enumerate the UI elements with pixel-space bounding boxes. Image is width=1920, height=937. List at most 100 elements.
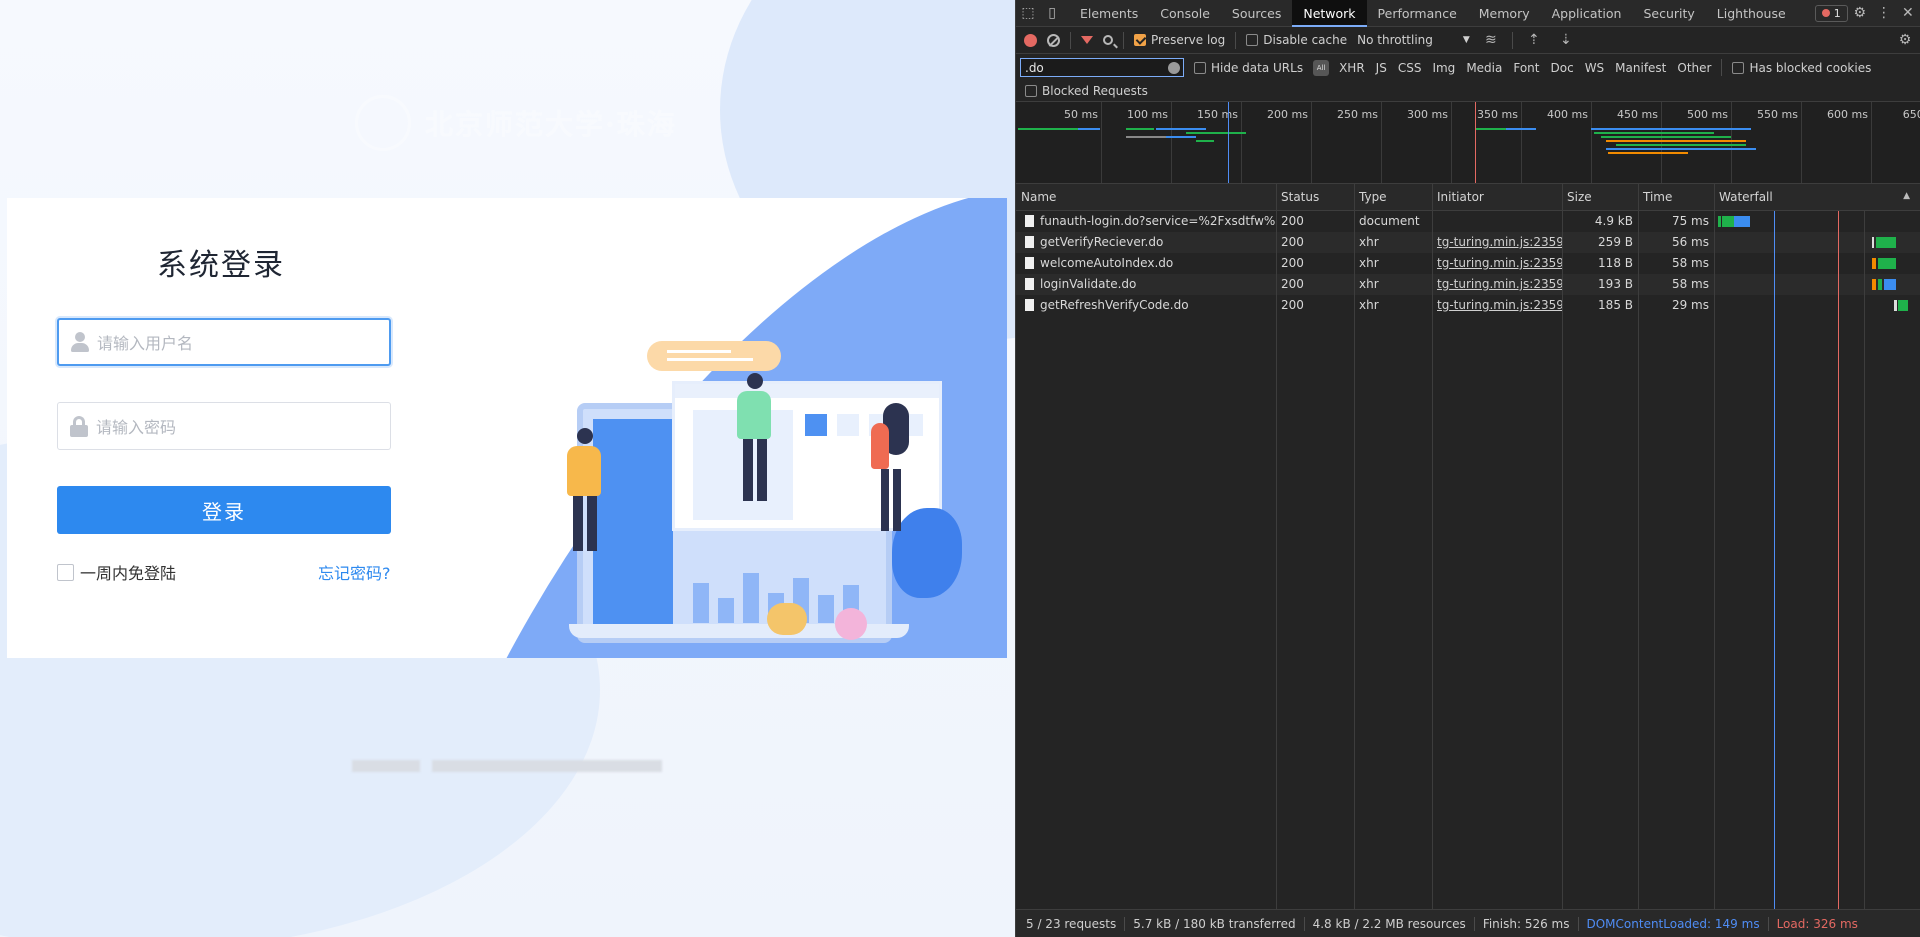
- request-row[interactable]: loginValidate.do 200 xhr tg-turing.min.js:2…: [1016, 274, 1920, 295]
- tab-memory[interactable]: Memory: [1468, 0, 1541, 27]
- file-icon: [1025, 278, 1034, 290]
- sort-ascending-icon[interactable]: ▲: [1903, 191, 1910, 201]
- type-filter-font[interactable]: Font: [1513, 61, 1539, 75]
- hide-data-urls-checkbox[interactable]: Hide data URLs: [1194, 61, 1303, 75]
- cell-initiator[interactable]: [1432, 211, 1562, 232]
- device-toolbar-icon[interactable]: ▯: [1040, 0, 1064, 27]
- blocked-requests-checkbox[interactable]: Blocked Requests: [1025, 84, 1148, 98]
- devtools-panel: ⬚ ▯ Elements Console Sources Network Perform…: [1015, 0, 1920, 937]
- password-field[interactable]: 请输入密码: [57, 402, 391, 450]
- checkbox-box[interactable]: [57, 563, 74, 581]
- network-settings-gear-icon[interactable]: ⚙: [1890, 27, 1920, 54]
- remember-me-checkbox[interactable]: 一周内免登陆: [57, 560, 176, 584]
- logo-text: 北京师范大学·珠海: [425, 108, 677, 141]
- checkbox-box[interactable]: [1732, 61, 1745, 74]
- timeline-request-bar: [1126, 136, 1166, 138]
- tab-security[interactable]: Security: [1632, 0, 1705, 27]
- login-card: 系统登录 请输入用户名 请输入密码 登录 一周内免登陆 忘记密码?: [7, 198, 1007, 658]
- username-field[interactable]: 请输入用户名: [57, 318, 391, 366]
- request-row[interactable]: getVerifyReciever.do 200 xhr tg-turing.min.…: [1016, 232, 1920, 253]
- type-filter-media[interactable]: Media: [1466, 61, 1502, 75]
- type-filter-img[interactable]: Img: [1432, 61, 1455, 75]
- request-row[interactable]: welcomeAutoIndex.do 200 xhr tg-turing.min.j…: [1016, 253, 1920, 274]
- waterfall-bar: [1878, 258, 1886, 269]
- checkbox-box[interactable]: [1246, 34, 1259, 46]
- tab-console[interactable]: Console: [1149, 0, 1221, 27]
- request-name: welcomeAutoIndex.do: [1040, 256, 1174, 270]
- cell-name: getRefreshVerifyCode.do: [1016, 295, 1276, 316]
- cell-time: 29 ms: [1671, 298, 1709, 312]
- type-filter-doc[interactable]: Doc: [1551, 61, 1574, 75]
- type-filter-css[interactable]: CSS: [1398, 61, 1422, 75]
- type-filter-other[interactable]: Other: [1677, 61, 1711, 75]
- filter-icon[interactable]: [1081, 36, 1093, 44]
- waterfall-marker: [1864, 211, 1865, 909]
- disable-cache-label: Disable cache: [1263, 33, 1348, 47]
- waterfall-bar: [1872, 237, 1874, 248]
- throttling-select[interactable]: No throttling ▼: [1357, 33, 1470, 47]
- briefcase-icon: [835, 608, 867, 640]
- column-header-initiator[interactable]: Initiator: [1432, 184, 1562, 211]
- timeline-marker: [1475, 102, 1476, 183]
- cell-initiator[interactable]: tg-turing.min.js:2359: [1432, 274, 1562, 295]
- column-header-time[interactable]: Time: [1638, 184, 1714, 211]
- checkbox-box[interactable]: [1194, 61, 1206, 74]
- has-blocked-cookies-label: Has blocked cookies: [1749, 60, 1872, 75]
- export-har-icon[interactable]: ⇣: [1555, 27, 1577, 54]
- error-count: 1: [1833, 6, 1841, 20]
- column-header-waterfall[interactable]: Waterfall: [1714, 184, 1920, 211]
- tab-network[interactable]: Network: [1292, 0, 1367, 27]
- settings-gear-icon[interactable]: ⚙: [1848, 0, 1872, 27]
- filter-value: .do: [1025, 60, 1044, 75]
- cell-status: 200: [1281, 256, 1304, 270]
- cell-initiator[interactable]: tg-turing.min.js:2359: [1432, 232, 1562, 253]
- type-filter-ws[interactable]: WS: [1585, 61, 1604, 75]
- error-count-badge[interactable]: 1: [1814, 4, 1848, 22]
- type-filter-xhr[interactable]: XHR: [1339, 61, 1365, 75]
- clear-filter-icon[interactable]: [1168, 61, 1180, 74]
- more-options-icon[interactable]: ⋮: [1872, 0, 1896, 27]
- import-har-icon[interactable]: ⇡: [1523, 27, 1545, 54]
- network-conditions-icon[interactable]: ≋: [1480, 27, 1502, 54]
- request-row[interactable]: funauth-login.do?service=%2Fxsdtfw%2Fs..…: [1016, 211, 1920, 232]
- disable-cache-checkbox[interactable]: Disable cache: [1246, 33, 1347, 47]
- tab-elements[interactable]: Elements: [1069, 0, 1149, 27]
- tab-lighthouse[interactable]: Lighthouse: [1706, 0, 1797, 27]
- search-icon[interactable]: [1103, 35, 1113, 45]
- checkbox-checked[interactable]: [1134, 34, 1146, 46]
- type-filter-js[interactable]: JS: [1376, 61, 1387, 75]
- tab-application[interactable]: Application: [1541, 0, 1633, 27]
- file-icon: [1025, 236, 1034, 248]
- column-header-name[interactable]: Name: [1016, 184, 1276, 211]
- filter-all-button[interactable]: All: [1313, 59, 1330, 76]
- timeline-tick-label: 100 ms: [1127, 108, 1168, 121]
- column-header-status[interactable]: Status: [1276, 184, 1354, 211]
- checkbox-box[interactable]: [1025, 85, 1037, 97]
- timeline-request-bar: [1166, 136, 1196, 138]
- username-placeholder: 请输入用户名: [97, 334, 194, 353]
- column-divider: [1562, 184, 1563, 909]
- record-icon[interactable]: [1024, 33, 1037, 47]
- login-button[interactable]: 登录: [57, 486, 391, 534]
- cell-status: 200: [1281, 214, 1304, 228]
- inspect-element-icon[interactable]: ⬚: [1016, 0, 1040, 27]
- forgot-password-link[interactable]: 忘记密码?: [318, 560, 391, 584]
- column-header-size[interactable]: Size: [1562, 184, 1638, 211]
- network-overview-timeline[interactable]: 50 ms 100 ms 150 ms 200 ms 250 ms 300 ms 350 m…: [1016, 102, 1920, 184]
- cell-initiator[interactable]: tg-turing.min.js:2359: [1432, 295, 1562, 316]
- timeline-request-bar: [1476, 128, 1506, 130]
- has-blocked-cookies-checkbox[interactable]: Has blocked cookies: [1732, 61, 1871, 75]
- finish-time: Finish: 526 ms: [1475, 916, 1579, 931]
- preserve-log-checkbox[interactable]: Preserve log: [1134, 33, 1225, 47]
- tab-performance[interactable]: Performance: [1367, 0, 1468, 27]
- cell-initiator[interactable]: tg-turing.min.js:2359: [1432, 253, 1562, 274]
- filter-input[interactable]: .do: [1020, 58, 1184, 77]
- type-filter-manifest[interactable]: Manifest: [1615, 61, 1666, 75]
- cell-type: xhr: [1359, 277, 1379, 291]
- cell-time: 75 ms: [1671, 214, 1709, 228]
- close-icon[interactable]: ✕: [1896, 0, 1920, 27]
- clear-icon[interactable]: [1047, 33, 1060, 47]
- request-row[interactable]: getRefreshVerifyCode.do 200 xhr tg-turing.m…: [1016, 295, 1920, 316]
- tab-sources[interactable]: Sources: [1221, 0, 1292, 27]
- column-header-type[interactable]: Type: [1354, 184, 1432, 211]
